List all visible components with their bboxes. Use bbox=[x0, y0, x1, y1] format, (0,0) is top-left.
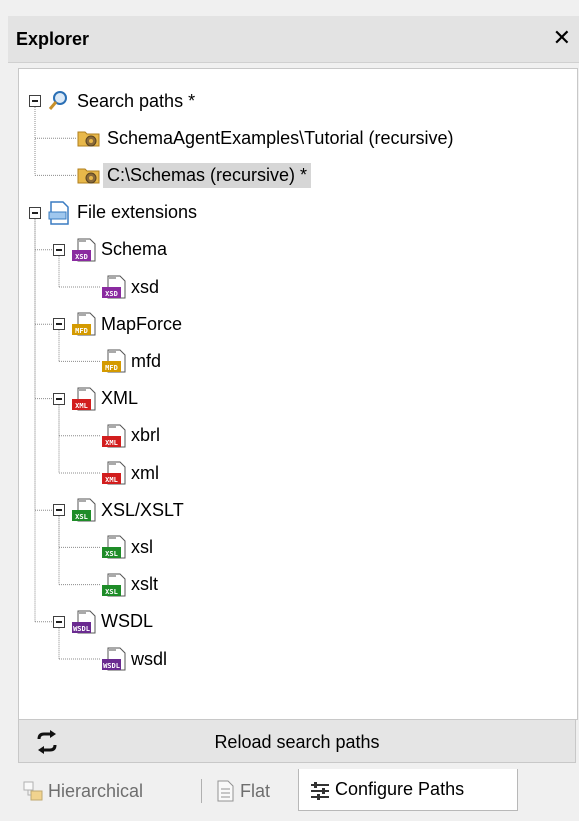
schema-collapse-toggle[interactable] bbox=[53, 243, 65, 256]
tab-separator bbox=[201, 779, 202, 803]
svg-text:XSL: XSL bbox=[105, 588, 118, 596]
svg-text:WSDL: WSDL bbox=[103, 662, 120, 670]
hierarchical-icon bbox=[22, 780, 44, 802]
tree-node-schema[interactable]: Schema bbox=[97, 235, 171, 265]
xml-file-icon: XML bbox=[71, 387, 96, 411]
svg-text:XML: XML bbox=[105, 476, 118, 484]
view-tabs: Hierarchical Flat Configure Paths bbox=[8, 765, 579, 821]
folder-gear-icon bbox=[77, 163, 101, 187]
tree-node-label: xml bbox=[131, 462, 159, 483]
tree-node-label: xsd bbox=[131, 276, 160, 297]
svg-text:MFD: MFD bbox=[105, 364, 118, 372]
tree-node-label: WSDL bbox=[101, 611, 154, 632]
tree-node-wsdl-ext[interactable]: wsdl bbox=[127, 644, 171, 674]
xsd-file-icon: XSD bbox=[101, 275, 126, 299]
search-paths-collapse-toggle[interactable] bbox=[29, 95, 41, 107]
tree-node-mapforce[interactable]: MapForce bbox=[97, 309, 186, 339]
svg-text:XSL: XSL bbox=[105, 550, 118, 558]
tree-node-label: C:\Schemas (recursive) * bbox=[103, 162, 312, 188]
wsdl-collapse-toggle[interactable] bbox=[53, 615, 65, 628]
file-extensions-icon bbox=[47, 200, 71, 225]
tab-flat-label: Flat bbox=[240, 780, 271, 801]
svg-text:XML: XML bbox=[105, 439, 118, 447]
close-icon[interactable]: ✕ bbox=[553, 25, 571, 51]
explorer-panel: Explorer ✕ Search paths * SchemaAgentExa… bbox=[8, 16, 579, 821]
xsl-file-icon: XSL bbox=[71, 498, 96, 522]
svg-text:XSD: XSD bbox=[105, 290, 118, 298]
tree-node-xml[interactable]: XML bbox=[97, 384, 142, 414]
panel-header: Explorer ✕ bbox=[8, 16, 579, 63]
xml-collapse-toggle[interactable] bbox=[53, 392, 65, 405]
search-icon bbox=[47, 89, 71, 113]
reload-search-paths-label: Reload search paths bbox=[214, 732, 380, 752]
tree-node-label: wsdl bbox=[131, 648, 168, 669]
svg-text:WSDL: WSDL bbox=[73, 625, 90, 633]
tree-node-label: SchemaAgentExamples\Tutorial (recursive) bbox=[107, 127, 454, 148]
tab-configure-paths[interactable]: Configure Paths bbox=[298, 769, 518, 811]
tree-node-label: Schema bbox=[101, 239, 168, 260]
xml-file-icon: XML bbox=[101, 461, 126, 485]
panel-title: Explorer bbox=[16, 29, 90, 49]
mfd-file-icon: MFD bbox=[101, 349, 126, 373]
file-extensions-collapse-toggle[interactable] bbox=[29, 206, 41, 219]
tree-node-label: xslt bbox=[131, 574, 158, 595]
flat-document-icon bbox=[214, 780, 236, 802]
tree-view[interactable]: Search paths * SchemaAgentExamples\Tutor… bbox=[18, 68, 578, 720]
tree-node-label: xsl bbox=[131, 536, 153, 557]
tree-node-label: mfd bbox=[131, 350, 162, 371]
tree-node-xml-ext[interactable]: xml bbox=[127, 458, 163, 488]
tree-node-schema-agent-examples-path[interactable]: SchemaAgentExamples\Tutorial (recursive) bbox=[103, 123, 457, 153]
mfd-file-icon: MFD bbox=[71, 312, 96, 336]
tree-node-xsl[interactable]: xsl bbox=[127, 532, 157, 562]
folder-gear-icon bbox=[77, 126, 101, 150]
tree-node-xsl-xslt[interactable]: XSL/XSLT bbox=[97, 495, 188, 525]
svg-text:MFD: MFD bbox=[75, 327, 88, 335]
tab-hierarchical-label: Hierarchical bbox=[48, 780, 144, 801]
svg-text:XML: XML bbox=[75, 402, 88, 410]
tree-node-label: File extensions bbox=[77, 202, 198, 223]
tree-node-xbrl[interactable]: xbrl bbox=[127, 421, 164, 451]
tab-hierarchical[interactable]: Hierarchical bbox=[12, 773, 202, 809]
wsdl-file-icon: WSDL bbox=[71, 610, 96, 634]
tree-node-file-extensions[interactable]: File extensions bbox=[73, 198, 201, 228]
tree-node-label: XSL/XSLT bbox=[101, 499, 184, 520]
tree-node-label: XML bbox=[101, 388, 139, 409]
xsl-file-icon: XSL bbox=[101, 535, 126, 559]
tree-node-xsd[interactable]: xsd bbox=[127, 272, 163, 302]
tree-node-label: MapForce bbox=[101, 313, 183, 334]
tree-node-label: Search paths * bbox=[77, 90, 196, 111]
tab-configure-paths-label: Configure Paths bbox=[335, 779, 465, 799]
mapforce-collapse-toggle[interactable] bbox=[53, 318, 65, 331]
tree-node-xslt[interactable]: xslt bbox=[127, 570, 162, 600]
tree-node-search-paths[interactable]: Search paths * bbox=[73, 86, 199, 116]
xml-file-icon: XML bbox=[101, 424, 126, 448]
xsl-file-icon: XSL bbox=[101, 573, 126, 597]
tree-node-c-schemas-path[interactable]: C:\Schemas (recursive) * bbox=[103, 160, 312, 190]
wsdl-file-icon: WSDL bbox=[101, 647, 126, 671]
xsl-xslt-collapse-toggle[interactable] bbox=[53, 504, 65, 517]
svg-text:XSD: XSD bbox=[75, 253, 88, 261]
reload-search-paths-button[interactable]: Reload search paths bbox=[18, 719, 576, 763]
tree-node-wsdl[interactable]: WSDL bbox=[97, 607, 157, 637]
configure-paths-icon bbox=[309, 779, 331, 801]
xsd-file-icon: XSD bbox=[71, 238, 96, 262]
tree-node-mfd[interactable]: mfd bbox=[127, 346, 165, 376]
tree-node-label: xbrl bbox=[131, 425, 161, 446]
tab-flat[interactable]: Flat bbox=[204, 773, 294, 809]
svg-text:XSL: XSL bbox=[75, 513, 88, 521]
